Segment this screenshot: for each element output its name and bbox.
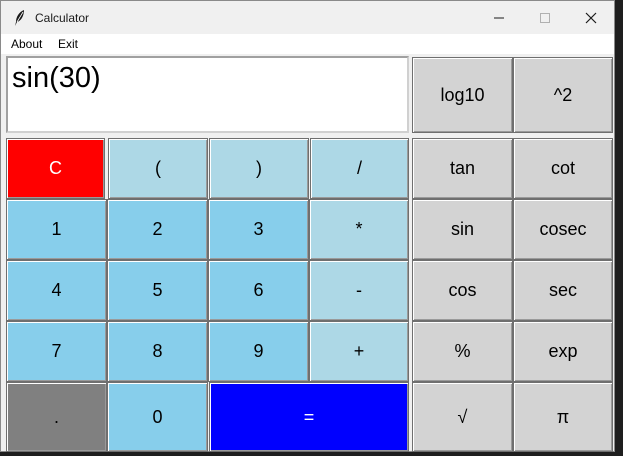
digit-0-button[interactable]: 0 — [107, 382, 208, 452]
window-title: Calculator — [35, 11, 90, 25]
cot-button[interactable]: cot — [513, 138, 613, 199]
display-value: sin(30) — [12, 62, 101, 94]
digit-5-button[interactable]: 5 — [107, 260, 208, 321]
digit-2-button[interactable]: 2 — [107, 199, 208, 260]
maximize-icon — [540, 12, 550, 23]
digit-7-button[interactable]: 7 — [6, 321, 107, 382]
feather-icon — [15, 10, 24, 26]
multiply-button[interactable]: * — [309, 199, 409, 260]
equals-button[interactable]: = — [209, 382, 409, 452]
calculation-display[interactable]: sin(30) — [6, 56, 409, 133]
percent-button[interactable]: % — [412, 321, 513, 382]
calculator-window: Calculator About Exit sin(30) log10 ^2 C… — [0, 0, 615, 452]
clear-button[interactable]: C — [6, 138, 105, 199]
cos-button[interactable]: cos — [412, 260, 513, 321]
minimize-icon — [494, 17, 504, 18]
left-paren-button[interactable]: ( — [108, 138, 208, 199]
exp-button[interactable]: exp — [513, 321, 613, 382]
minus-button[interactable]: - — [309, 260, 409, 321]
sec-button[interactable]: sec — [513, 260, 613, 321]
digit-4-button[interactable]: 4 — [6, 260, 107, 321]
tan-button[interactable]: tan — [412, 138, 513, 199]
close-icon — [585, 12, 597, 23]
sqrt-button[interactable]: √ — [412, 382, 513, 452]
pi-button[interactable]: π — [513, 382, 613, 452]
menu-bar: About Exit — [1, 34, 614, 54]
minimize-button[interactable] — [476, 1, 522, 34]
dot-button[interactable]: . — [6, 382, 107, 452]
title-bar[interactable]: Calculator — [1, 1, 614, 34]
digit-3-button[interactable]: 3 — [208, 199, 309, 260]
digit-8-button[interactable]: 8 — [107, 321, 208, 382]
menu-exit[interactable]: Exit — [58, 37, 78, 51]
plus-button[interactable]: + — [309, 321, 409, 382]
sin-button[interactable]: sin — [412, 199, 513, 260]
log10-button[interactable]: log10 — [412, 57, 513, 133]
cosec-button[interactable]: cosec — [513, 199, 613, 260]
divide-button[interactable]: / — [310, 138, 409, 199]
digit-6-button[interactable]: 6 — [208, 260, 309, 321]
menu-about[interactable]: About — [11, 37, 42, 51]
square-button[interactable]: ^2 — [513, 57, 613, 133]
close-button[interactable] — [568, 1, 614, 34]
right-paren-button[interactable]: ) — [209, 138, 309, 199]
digit-9-button[interactable]: 9 — [208, 321, 309, 382]
maximize-button[interactable] — [522, 1, 568, 34]
digit-1-button[interactable]: 1 — [6, 199, 107, 260]
